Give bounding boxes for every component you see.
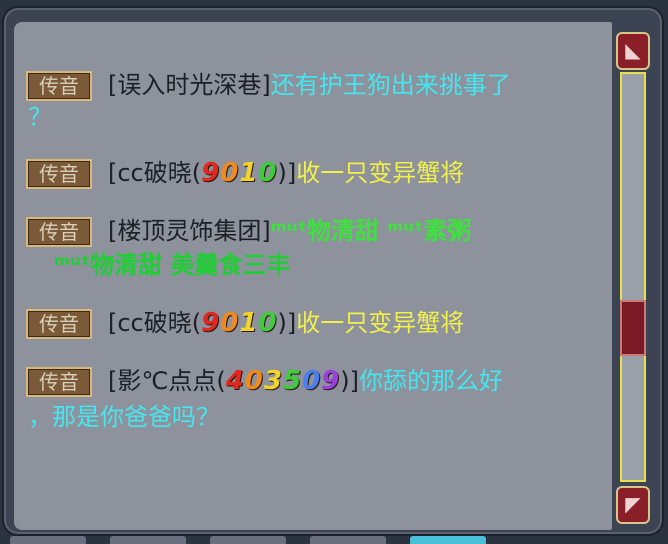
scroll-down-icon: ◤ <box>625 492 641 516</box>
achievement-digit: 0 <box>258 158 278 188</box>
tab[interactable] <box>410 536 486 544</box>
achievement-digit: 0 <box>302 366 322 396</box>
achievement-digit: 4 <box>225 366 245 396</box>
scroll-thumb[interactable] <box>620 300 646 356</box>
channel-tag[interactable]: 传音 <box>26 71 92 101</box>
chat-window: 传音 [误入时光深巷]还有护王狗出来挑事了 ？ 传音 [cc破晓(9010)]收一只… <box>4 8 662 534</box>
achievement-digit: 0 <box>258 308 278 338</box>
sender-name-close: )] <box>277 159 297 187</box>
achievement-digit: 5 <box>282 366 303 396</box>
message-text: 你舔的那么好 <box>358 367 503 395</box>
scroll-up-icon: ◣ <box>625 38 641 62</box>
message-text-continued: ，那是你爸爸吗？ <box>28 403 220 431</box>
sender-name[interactable]: [影℃点点( <box>108 367 226 395</box>
channel-tag[interactable]: 传音 <box>26 217 92 247</box>
chat-message: 传音 [楼顶灵饰集团]ᵐᵘᵗ物清甜 ᵐᵘᵗ素粥 <box>26 216 471 247</box>
message-text-continued: ᵐᵘᵗ物清甜 美羹食三丰 <box>54 251 291 279</box>
channel-tag[interactable]: 传音 <box>26 309 92 339</box>
chat-message: 传音 [误入时光深巷]还有护王狗出来挑事了 <box>26 70 511 101</box>
achievement-badge: 403509 <box>226 366 341 396</box>
message-text: ᵐᵘᵗ物清甜 ᵐᵘᵗ素粥 <box>270 217 472 245</box>
chat-message: 传音 [cc破晓(9010)]收一只变异蟹将 <box>26 308 464 339</box>
sender-name-close: )] <box>277 309 297 337</box>
achievement-digit: 0 <box>220 308 240 338</box>
sender-name[interactable]: [楼顶灵饰集团] <box>108 217 271 245</box>
tab[interactable] <box>110 536 186 544</box>
achievement-badge: 9010 <box>201 158 277 188</box>
message-text: 收一只变异蟹将 <box>296 309 465 337</box>
scrollbar[interactable]: ◣ ◤ <box>616 32 650 524</box>
achievement-digit: 3 <box>263 366 283 396</box>
chat-message: 传音 [cc破晓(9010)]收一只变异蟹将 <box>26 158 464 189</box>
tab[interactable] <box>210 536 286 544</box>
achievement-digit: 0 <box>244 366 264 396</box>
channel-tag[interactable]: 传音 <box>26 159 92 189</box>
sender-name[interactable]: [误入时光深巷] <box>108 71 271 99</box>
achievement-digit: 0 <box>220 158 240 188</box>
scroll-track[interactable] <box>620 72 646 482</box>
achievement-badge: 9010 <box>201 308 277 338</box>
achievement-digit: 1 <box>239 158 259 188</box>
message-text: 还有护王狗出来挑事了 <box>270 71 511 99</box>
chat-log: 传音 [误入时光深巷]还有护王狗出来挑事了 ？ 传音 [cc破晓(9010)]收一只… <box>14 22 612 530</box>
achievement-digit: 9 <box>321 366 341 396</box>
message-text: 收一只变异蟹将 <box>296 159 465 187</box>
chat-message: 传音 [影℃点点(403509)]你舔的那么好 <box>26 366 503 397</box>
tab[interactable] <box>310 536 386 544</box>
sender-name[interactable]: [cc破晓( <box>108 159 201 187</box>
sender-name[interactable]: [cc破晓( <box>108 309 201 337</box>
scroll-up-button[interactable]: ◣ <box>616 32 650 70</box>
bottom-tab-bar <box>0 536 668 544</box>
achievement-digit: 9 <box>201 308 221 338</box>
achievement-digit: 1 <box>239 308 259 338</box>
achievement-digit: 9 <box>201 158 221 188</box>
tab[interactable] <box>10 536 86 544</box>
message-text-continued: ？ <box>28 103 52 131</box>
sender-name-close: )] <box>340 367 359 395</box>
channel-tag[interactable]: 传音 <box>26 367 92 397</box>
scroll-down-button[interactable]: ◤ <box>616 486 650 524</box>
